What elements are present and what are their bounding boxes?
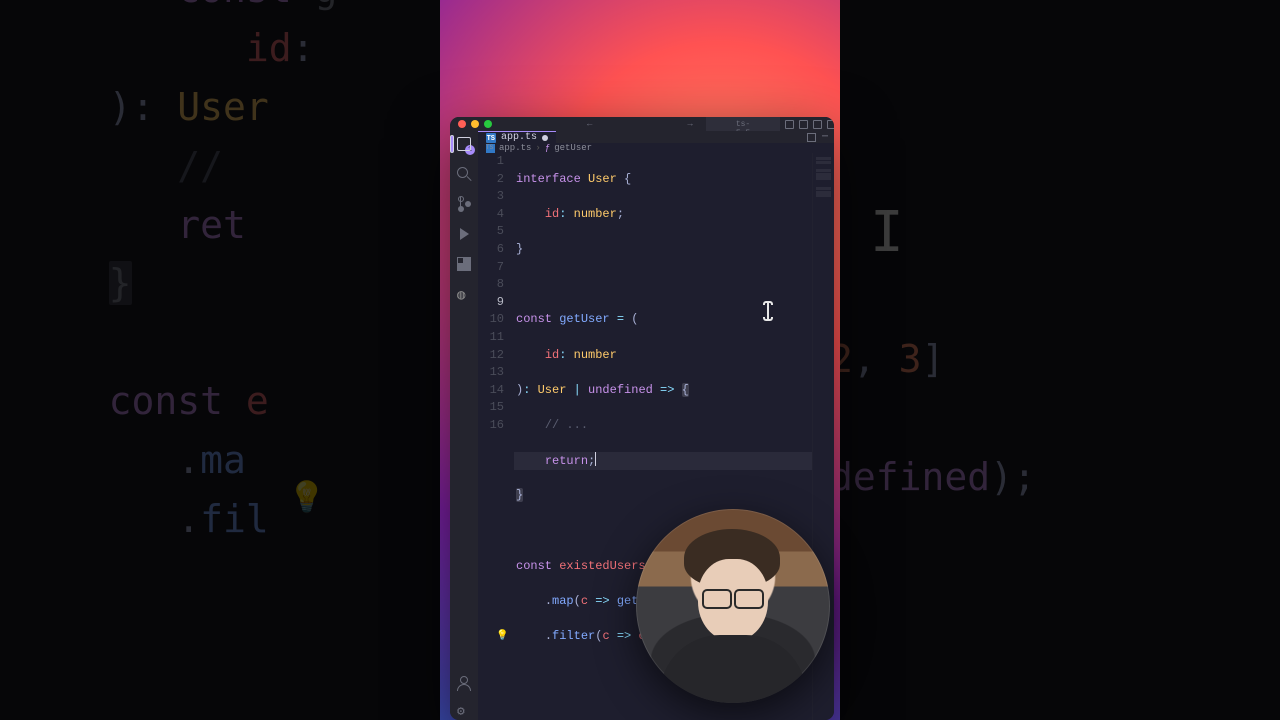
text-cursor (595, 452, 596, 466)
breadcrumb-file-icon: TS (486, 144, 495, 153)
explorer-icon[interactable]: 1 (457, 137, 471, 151)
run-debug-icon[interactable] (457, 227, 471, 241)
titlebar[interactable]: ← → ⌕ ts-5-5 (450, 117, 834, 131)
window-controls (458, 120, 492, 128)
ghost-code-right-2: 2, 3] defined); (840, 330, 1036, 507)
toggle-secondary-icon[interactable] (813, 120, 822, 129)
source-control-icon[interactable] (457, 197, 471, 211)
breadcrumb-file[interactable]: app.ts (499, 143, 531, 153)
dirty-indicator-icon (542, 135, 548, 141)
presenter-webcam-overlay (636, 509, 830, 703)
breadcrumb-separator-icon: › (535, 143, 540, 153)
tab-actions: ⋯ (801, 131, 834, 143)
split-editor-icon[interactable] (807, 133, 816, 142)
more-actions-icon[interactable]: ⋯ (822, 131, 828, 143)
tab-bar: TS app.ts ⋯ (478, 131, 834, 143)
close-window-button[interactable] (458, 120, 466, 128)
layout-controls (785, 120, 834, 129)
typescript-file-icon: TS (486, 133, 496, 143)
toggle-sidebar-icon[interactable] (799, 120, 808, 129)
background-right-crop: 𝙸 2, 3] defined); (840, 0, 1280, 720)
explorer-badge: 1 (465, 145, 475, 155)
accounts-icon[interactable] (457, 676, 471, 690)
tab-app-ts[interactable]: TS app.ts (478, 131, 556, 143)
extensions-icon[interactable] (457, 257, 471, 271)
ghost-lightbulb-icon: 💡 (288, 480, 325, 517)
lightbulb-icon[interactable]: ◍ (457, 287, 471, 301)
activity-bar: 1 ◍ (450, 131, 478, 720)
nav-back-icon[interactable]: ← (587, 119, 592, 129)
search-icon[interactable] (457, 167, 471, 181)
tab-label: app.ts (501, 132, 537, 143)
mouse-text-cursor-icon (762, 301, 774, 321)
ghost-text-cursor-icon: 𝙸 (870, 200, 904, 268)
breadcrumb-bar[interactable]: TS app.ts › ƒ getUser (478, 143, 834, 153)
breadcrumb-symbol-icon: ƒ (545, 143, 550, 153)
nav-forward-icon[interactable]: → (687, 119, 692, 129)
zoom-window-button[interactable] (484, 120, 492, 128)
customize-layout-icon[interactable] (827, 120, 834, 129)
minimize-window-button[interactable] (471, 120, 479, 128)
code-action-lightbulb-icon[interactable]: 💡 (496, 628, 508, 646)
settings-gear-icon[interactable] (457, 706, 471, 720)
breadcrumb-symbol[interactable]: getUser (554, 143, 592, 153)
toggle-panel-icon[interactable] (785, 120, 794, 129)
background-left-crop: const g id: ): User // ret } const e .ma… (0, 0, 440, 720)
